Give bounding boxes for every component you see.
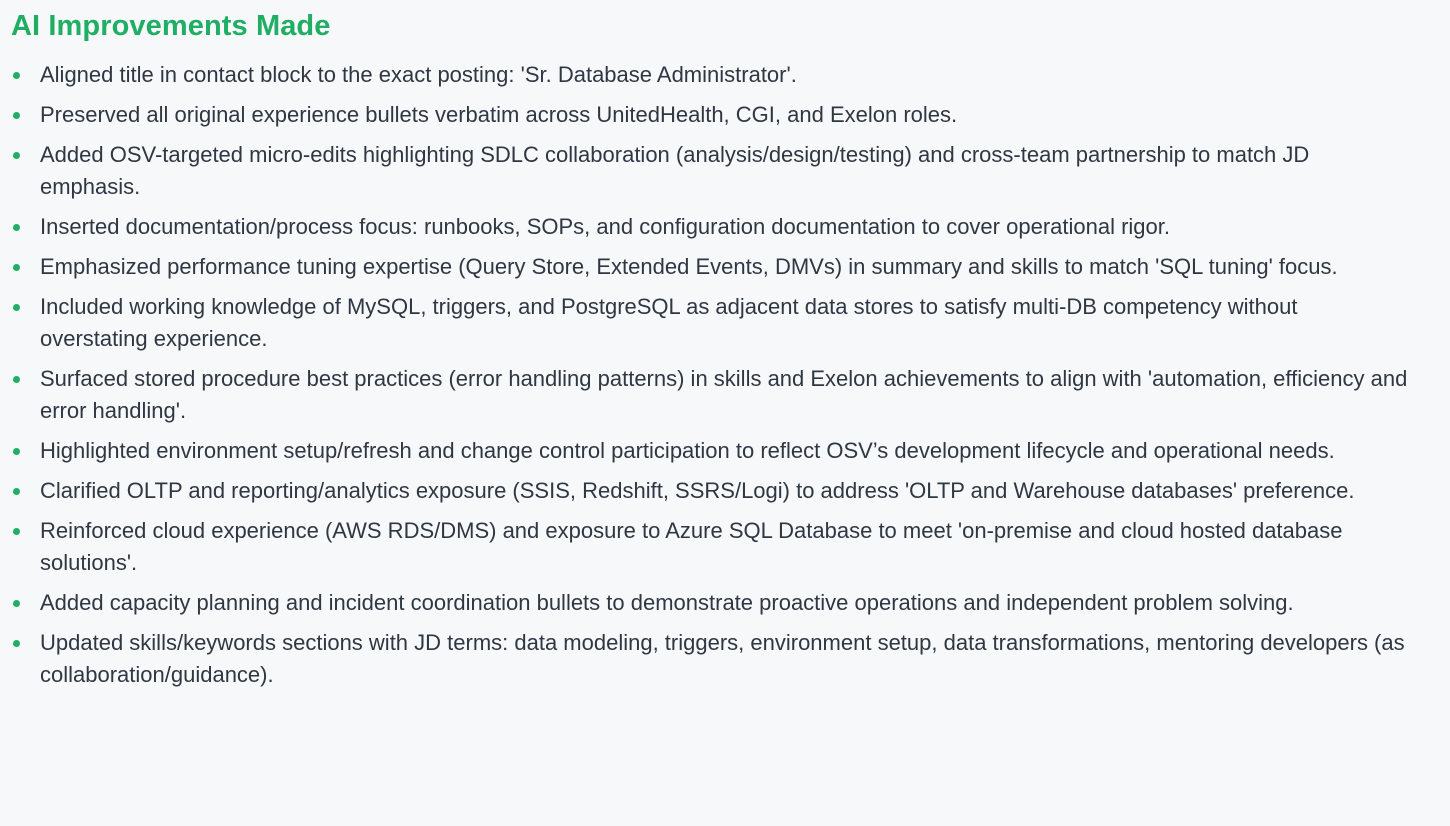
list-item: Inserted documentation/process focus: ru…: [11, 211, 1411, 243]
bullet-dot-icon: [13, 488, 20, 495]
list-item-text: Surfaced stored procedure best practices…: [40, 366, 1408, 423]
bullet-dot-icon: [13, 152, 20, 159]
list-item-text: Emphasized performance tuning expertise …: [40, 254, 1338, 279]
list-item: Included working knowledge of MySQL, tri…: [11, 291, 1411, 355]
list-item: Preserved all original experience bullet…: [11, 99, 1411, 131]
improvements-list: Aligned title in contact block to the ex…: [11, 59, 1411, 691]
bullet-dot-icon: [13, 600, 20, 607]
list-item: Added capacity planning and incident coo…: [11, 587, 1411, 619]
list-item: Clarified OLTP and reporting/analytics e…: [11, 475, 1411, 507]
list-item-text: Preserved all original experience bullet…: [40, 102, 958, 127]
list-item: Emphasized performance tuning expertise …: [11, 251, 1411, 283]
list-item: Reinforced cloud experience (AWS RDS/DMS…: [11, 515, 1411, 579]
list-item-text: Updated skills/keywords sections with JD…: [40, 630, 1405, 687]
list-item: Updated skills/keywords sections with JD…: [11, 627, 1411, 691]
list-item: Aligned title in contact block to the ex…: [11, 59, 1411, 91]
bullet-dot-icon: [13, 72, 20, 79]
list-item-text: Aligned title in contact block to the ex…: [40, 62, 797, 87]
list-item-text: Added capacity planning and incident coo…: [40, 590, 1294, 615]
section-title: AI Improvements Made: [11, 10, 331, 42]
bullet-dot-icon: [13, 224, 20, 231]
bullet-dot-icon: [13, 304, 20, 311]
bullet-dot-icon: [13, 376, 20, 383]
list-item-text: Included working knowledge of MySQL, tri…: [40, 294, 1298, 351]
list-item: Highlighted environment setup/refresh an…: [11, 435, 1411, 467]
list-item-text: Inserted documentation/process focus: ru…: [40, 214, 1170, 239]
ai-improvements-panel: AI Improvements Made Aligned title in co…: [0, 0, 1450, 826]
bullet-dot-icon: [13, 448, 20, 455]
bullet-dot-icon: [13, 640, 20, 647]
list-item-text: Added OSV-targeted micro-edits highlight…: [40, 142, 1310, 199]
list-item-text: Highlighted environment setup/refresh an…: [40, 438, 1335, 463]
list-item: Added OSV-targeted micro-edits highlight…: [11, 139, 1411, 203]
list-item-text: Clarified OLTP and reporting/analytics e…: [40, 478, 1355, 503]
list-item: Surfaced stored procedure best practices…: [11, 363, 1411, 427]
list-item-text: Reinforced cloud experience (AWS RDS/DMS…: [40, 518, 1343, 575]
bullet-dot-icon: [13, 264, 20, 271]
bullet-dot-icon: [13, 528, 20, 535]
bullet-dot-icon: [13, 112, 20, 119]
